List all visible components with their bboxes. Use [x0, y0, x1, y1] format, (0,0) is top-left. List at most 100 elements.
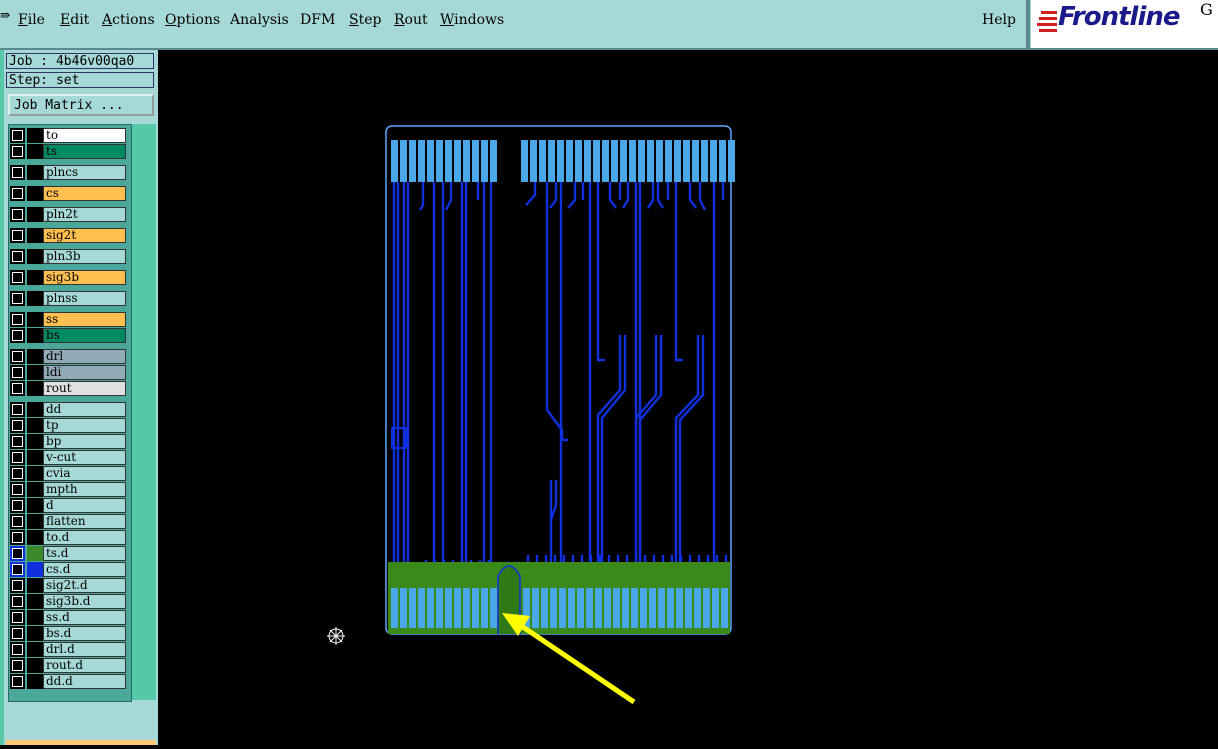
layer-color-swatch[interactable]: [27, 530, 43, 545]
layer-name[interactable]: cvia: [43, 466, 126, 481]
layer-color-swatch[interactable]: [27, 562, 43, 577]
layer-color-swatch[interactable]: [27, 674, 43, 689]
layer-checkbox[interactable]: [10, 434, 25, 449]
layer-name[interactable]: rout: [43, 381, 126, 396]
layer-checkbox[interactable]: [10, 626, 25, 641]
layer-row-dd[interactable]: dd: [10, 402, 128, 417]
layer-name[interactable]: ldi: [43, 365, 126, 380]
layer-checkbox[interactable]: [10, 249, 25, 264]
layer-name[interactable]: mpth: [43, 482, 126, 497]
layer-color-swatch[interactable]: [27, 610, 43, 625]
layer-checkbox[interactable]: [10, 312, 25, 327]
layer-color-swatch[interactable]: [27, 626, 43, 641]
layer-color-swatch[interactable]: [27, 482, 43, 497]
layer-name[interactable]: sig2t.d: [43, 578, 126, 593]
layer-row-to-d[interactable]: to.d: [10, 530, 128, 545]
layer-checkbox[interactable]: [10, 578, 25, 593]
layer-color-swatch[interactable]: [27, 402, 43, 417]
layer-color-swatch[interactable]: [27, 312, 43, 327]
layer-name[interactable]: dd: [43, 402, 126, 417]
layer-name[interactable]: bs: [43, 328, 126, 343]
layer-color-swatch[interactable]: [27, 546, 43, 561]
layer-checkbox[interactable]: [10, 610, 25, 625]
layer-row-sig2t-d[interactable]: sig2t.d: [10, 578, 128, 593]
menu-edit[interactable]: Edit: [60, 12, 89, 28]
layer-checkbox[interactable]: [10, 402, 25, 417]
layer-name[interactable]: plncs: [43, 165, 126, 180]
layer-name[interactable]: pln2t: [43, 207, 126, 222]
menu-options[interactable]: Options: [165, 12, 220, 28]
layer-name[interactable]: to: [43, 128, 126, 143]
layer-name[interactable]: pln3b: [43, 249, 126, 264]
graphics-canvas[interactable]: [158, 50, 1218, 745]
layer-name[interactable]: ts.d: [43, 546, 126, 561]
layer-row-ss[interactable]: ss: [10, 312, 128, 327]
layer-name[interactable]: to.d: [43, 530, 126, 545]
layer-row-ts[interactable]: ts: [10, 144, 128, 159]
layer-checkbox[interactable]: [10, 466, 25, 481]
layer-checkbox[interactable]: [10, 450, 25, 465]
layer-color-swatch[interactable]: [27, 658, 43, 673]
layer-checkbox[interactable]: [10, 674, 25, 689]
layer-name[interactable]: v-cut: [43, 450, 126, 465]
layer-name[interactable]: d: [43, 498, 126, 513]
menu-analysis[interactable]: Analysis: [230, 12, 289, 28]
layer-checkbox[interactable]: [10, 165, 25, 180]
layer-color-swatch[interactable]: [27, 186, 43, 201]
menu-file[interactable]: File: [18, 12, 45, 28]
layer-color-swatch[interactable]: [27, 291, 43, 306]
layer-checkbox[interactable]: [10, 594, 25, 609]
layer-color-swatch[interactable]: [27, 365, 43, 380]
layer-color-swatch[interactable]: [27, 450, 43, 465]
layer-color-swatch[interactable]: [27, 642, 43, 657]
layer-name[interactable]: cs: [43, 186, 126, 201]
layer-checkbox[interactable]: [10, 365, 25, 380]
menu-windows[interactable]: Windows: [440, 12, 504, 28]
layer-row-ldi[interactable]: ldi: [10, 365, 128, 380]
layer-row-drl[interactable]: drl: [10, 349, 128, 364]
layer-row-to[interactable]: to: [10, 128, 128, 143]
layer-row-pln2t[interactable]: pln2t: [10, 207, 128, 222]
layer-name[interactable]: rout.d: [43, 658, 126, 673]
layer-name[interactable]: sig3b: [43, 270, 126, 285]
layer-checkbox[interactable]: [10, 207, 25, 222]
layer-checkbox[interactable]: [10, 562, 25, 577]
layer-color-swatch[interactable]: [27, 165, 43, 180]
menu-actions[interactable]: Actions: [102, 12, 155, 28]
layer-row-sig3b-d[interactable]: sig3b.d: [10, 594, 128, 609]
layer-color-swatch[interactable]: [27, 349, 43, 364]
layer-row-rout-d[interactable]: rout.d: [10, 658, 128, 673]
layer-name[interactable]: ss: [43, 312, 126, 327]
layer-row-plnss[interactable]: plnss: [10, 291, 128, 306]
layer-row-cs-d[interactable]: cs.d: [10, 562, 128, 577]
layer-color-swatch[interactable]: [27, 466, 43, 481]
layer-row-cs[interactable]: cs: [10, 186, 128, 201]
menu-help[interactable]: Help: [982, 12, 1016, 28]
layer-checkbox[interactable]: [10, 381, 25, 396]
layer-row-bs[interactable]: bs: [10, 328, 128, 343]
layer-checkbox[interactable]: [10, 498, 25, 513]
layer-color-swatch[interactable]: [27, 144, 43, 159]
layer-name[interactable]: drl.d: [43, 642, 126, 657]
layer-name[interactable]: cs.d: [43, 562, 126, 577]
pcb-view[interactable]: [158, 50, 1218, 745]
layer-row-sig2t[interactable]: sig2t: [10, 228, 128, 243]
layer-checkbox[interactable]: [10, 514, 25, 529]
layer-row-cvia[interactable]: cvia: [10, 466, 128, 481]
layer-checkbox[interactable]: [10, 328, 25, 343]
layer-row-ss-d[interactable]: ss.d: [10, 610, 128, 625]
layer-row-tp[interactable]: tp: [10, 418, 128, 433]
layer-color-swatch[interactable]: [27, 498, 43, 513]
layer-name[interactable]: drl: [43, 349, 126, 364]
layer-row-plncs[interactable]: plncs: [10, 165, 128, 180]
layer-color-swatch[interactable]: [27, 128, 43, 143]
layer-color-swatch[interactable]: [27, 249, 43, 264]
job-matrix-button[interactable]: Job Matrix ...: [8, 94, 154, 116]
menu-dfm[interactable]: DFM: [300, 12, 335, 28]
layer-name[interactable]: sig2t: [43, 228, 126, 243]
menu-step[interactable]: Step: [349, 12, 381, 28]
menu-rout[interactable]: Rout: [394, 12, 428, 28]
layer-name[interactable]: flatten: [43, 514, 126, 529]
layer-name[interactable]: bp: [43, 434, 126, 449]
layer-row-bp[interactable]: bp: [10, 434, 128, 449]
